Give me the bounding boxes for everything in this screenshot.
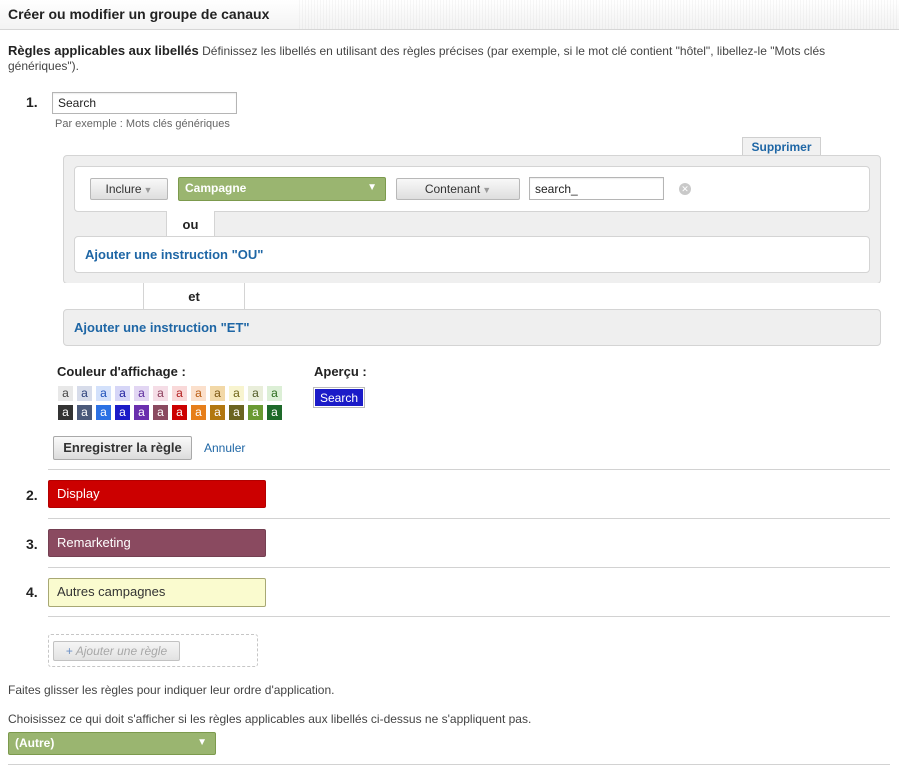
include-label: Inclure (105, 182, 142, 196)
color-swatch[interactable]: a (77, 386, 92, 401)
color-swatch[interactable]: a (172, 386, 187, 401)
intro-text: Règles applicables aux libellés Définiss… (8, 43, 888, 74)
page-header: Créer ou modifier un groupe de canaux (0, 0, 899, 30)
color-swatch[interactable]: a (134, 405, 149, 420)
color-swatch[interactable]: a (191, 386, 206, 401)
add-rule-button[interactable]: + Ajouter une règle (53, 641, 180, 661)
color-swatch[interactable]: a (267, 405, 282, 420)
add-or-link[interactable]: Ajouter une instruction "OU" (85, 247, 263, 262)
and-label: et (188, 289, 200, 304)
fallback-select[interactable]: (Autre) ▼ (8, 732, 216, 755)
drag-instructions: Faites glisser les règles pour indiquer … (8, 683, 335, 697)
rule-name-example: Par exemple : Mots clés génériques (55, 118, 230, 130)
rule-number: 4. (26, 584, 38, 600)
condition-value-input[interactable] (529, 177, 664, 200)
chevron-down-icon: ▼ (367, 182, 377, 193)
dimension-select[interactable]: Campagne ▼ (178, 177, 386, 201)
chevron-down-icon: ▼ (143, 185, 153, 195)
rule-number: 3. (26, 536, 38, 552)
color-swatch[interactable]: a (153, 386, 168, 401)
rule-number: 1. (26, 94, 38, 110)
color-swatch[interactable]: a (134, 386, 149, 401)
rule-number: 2. (26, 487, 38, 503)
header-texture (299, 0, 899, 29)
preview-chip: Search (312, 387, 366, 408)
operator-dropdown[interactable]: Contenant ▼ (396, 178, 520, 200)
rule-name-input[interactable] (52, 92, 237, 114)
include-dropdown[interactable]: Inclure ▼ (90, 178, 168, 200)
divider (8, 764, 890, 765)
rule-other-campaigns[interactable]: Autres campagnes (48, 578, 266, 607)
color-swatch[interactable]: a (115, 405, 130, 420)
chevron-down-icon: ▼ (197, 737, 207, 748)
color-swatch[interactable]: a (229, 386, 244, 401)
chevron-down-icon: ▼ (482, 185, 492, 195)
color-swatch[interactable]: a (248, 405, 263, 420)
color-swatch[interactable]: a (210, 386, 225, 401)
color-swatch[interactable]: a (267, 386, 282, 401)
color-swatch[interactable]: a (77, 405, 92, 420)
color-swatch[interactable]: a (191, 405, 206, 420)
rule-display[interactable]: Display (48, 480, 266, 508)
color-swatch[interactable]: a (58, 405, 73, 420)
color-swatch[interactable]: a (210, 405, 225, 420)
divider (48, 518, 890, 519)
fallback-instructions: Choisissez ce qui doit s'afficher si les… (8, 712, 532, 726)
cancel-link[interactable]: Annuler (204, 441, 245, 455)
color-swatch[interactable]: a (115, 386, 130, 401)
rule-remarketing[interactable]: Remarketing (48, 529, 266, 557)
dimension-label: Campagne (185, 181, 247, 195)
divider (48, 567, 890, 568)
plus-icon: + (65, 644, 73, 658)
divider (48, 616, 890, 617)
operator-label: Contenant (424, 182, 481, 196)
color-palette: aaaaaaaaaaaaaaaaaaaaaaaa (58, 386, 306, 426)
page-title: Créer ou modifier un groupe de canaux (8, 6, 270, 22)
color-swatch[interactable]: a (229, 405, 244, 420)
color-swatch[interactable]: a (96, 386, 111, 401)
add-rule-label: Ajouter une règle (75, 644, 168, 658)
color-swatch[interactable]: a (172, 405, 187, 420)
color-swatch[interactable]: a (153, 405, 168, 420)
fallback-select-value: (Autre) (15, 736, 55, 750)
save-rule-button[interactable]: Enregistrer la règle (53, 436, 192, 460)
color-swatch[interactable]: a (96, 405, 111, 420)
divider (48, 469, 890, 470)
or-label: ou (182, 217, 199, 232)
intro-heading: Règles applicables aux libellés (8, 43, 199, 58)
preview-label: Aperçu : (314, 364, 367, 379)
color-label: Couleur d'affichage : (57, 364, 186, 379)
add-and-link[interactable]: Ajouter une instruction "ET" (74, 320, 250, 335)
color-swatch[interactable]: a (248, 386, 263, 401)
color-swatch[interactable]: a (58, 386, 73, 401)
clear-condition-icon[interactable]: ✕ (679, 183, 691, 195)
